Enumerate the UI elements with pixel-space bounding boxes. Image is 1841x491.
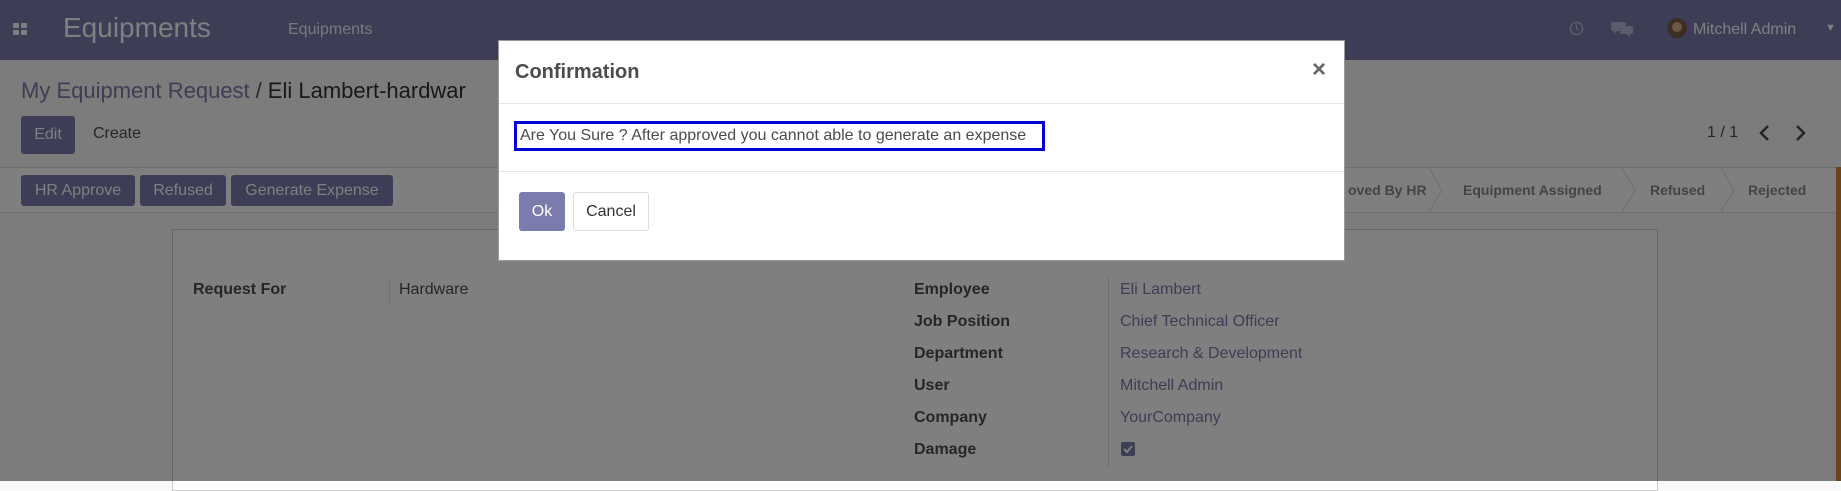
dialog-divider	[499, 103, 1344, 104]
confirmation-dialog: Confirmation × Are You Sure ? After appr…	[498, 40, 1345, 261]
close-icon[interactable]: ×	[1312, 58, 1326, 82]
cancel-button[interactable]: Cancel	[573, 192, 649, 231]
ok-button[interactable]: Ok	[519, 192, 565, 231]
dialog-message: Are You Sure ? After approved you cannot…	[514, 121, 1045, 151]
dialog-title: Confirmation	[515, 61, 640, 83]
dialog-divider	[499, 171, 1344, 172]
